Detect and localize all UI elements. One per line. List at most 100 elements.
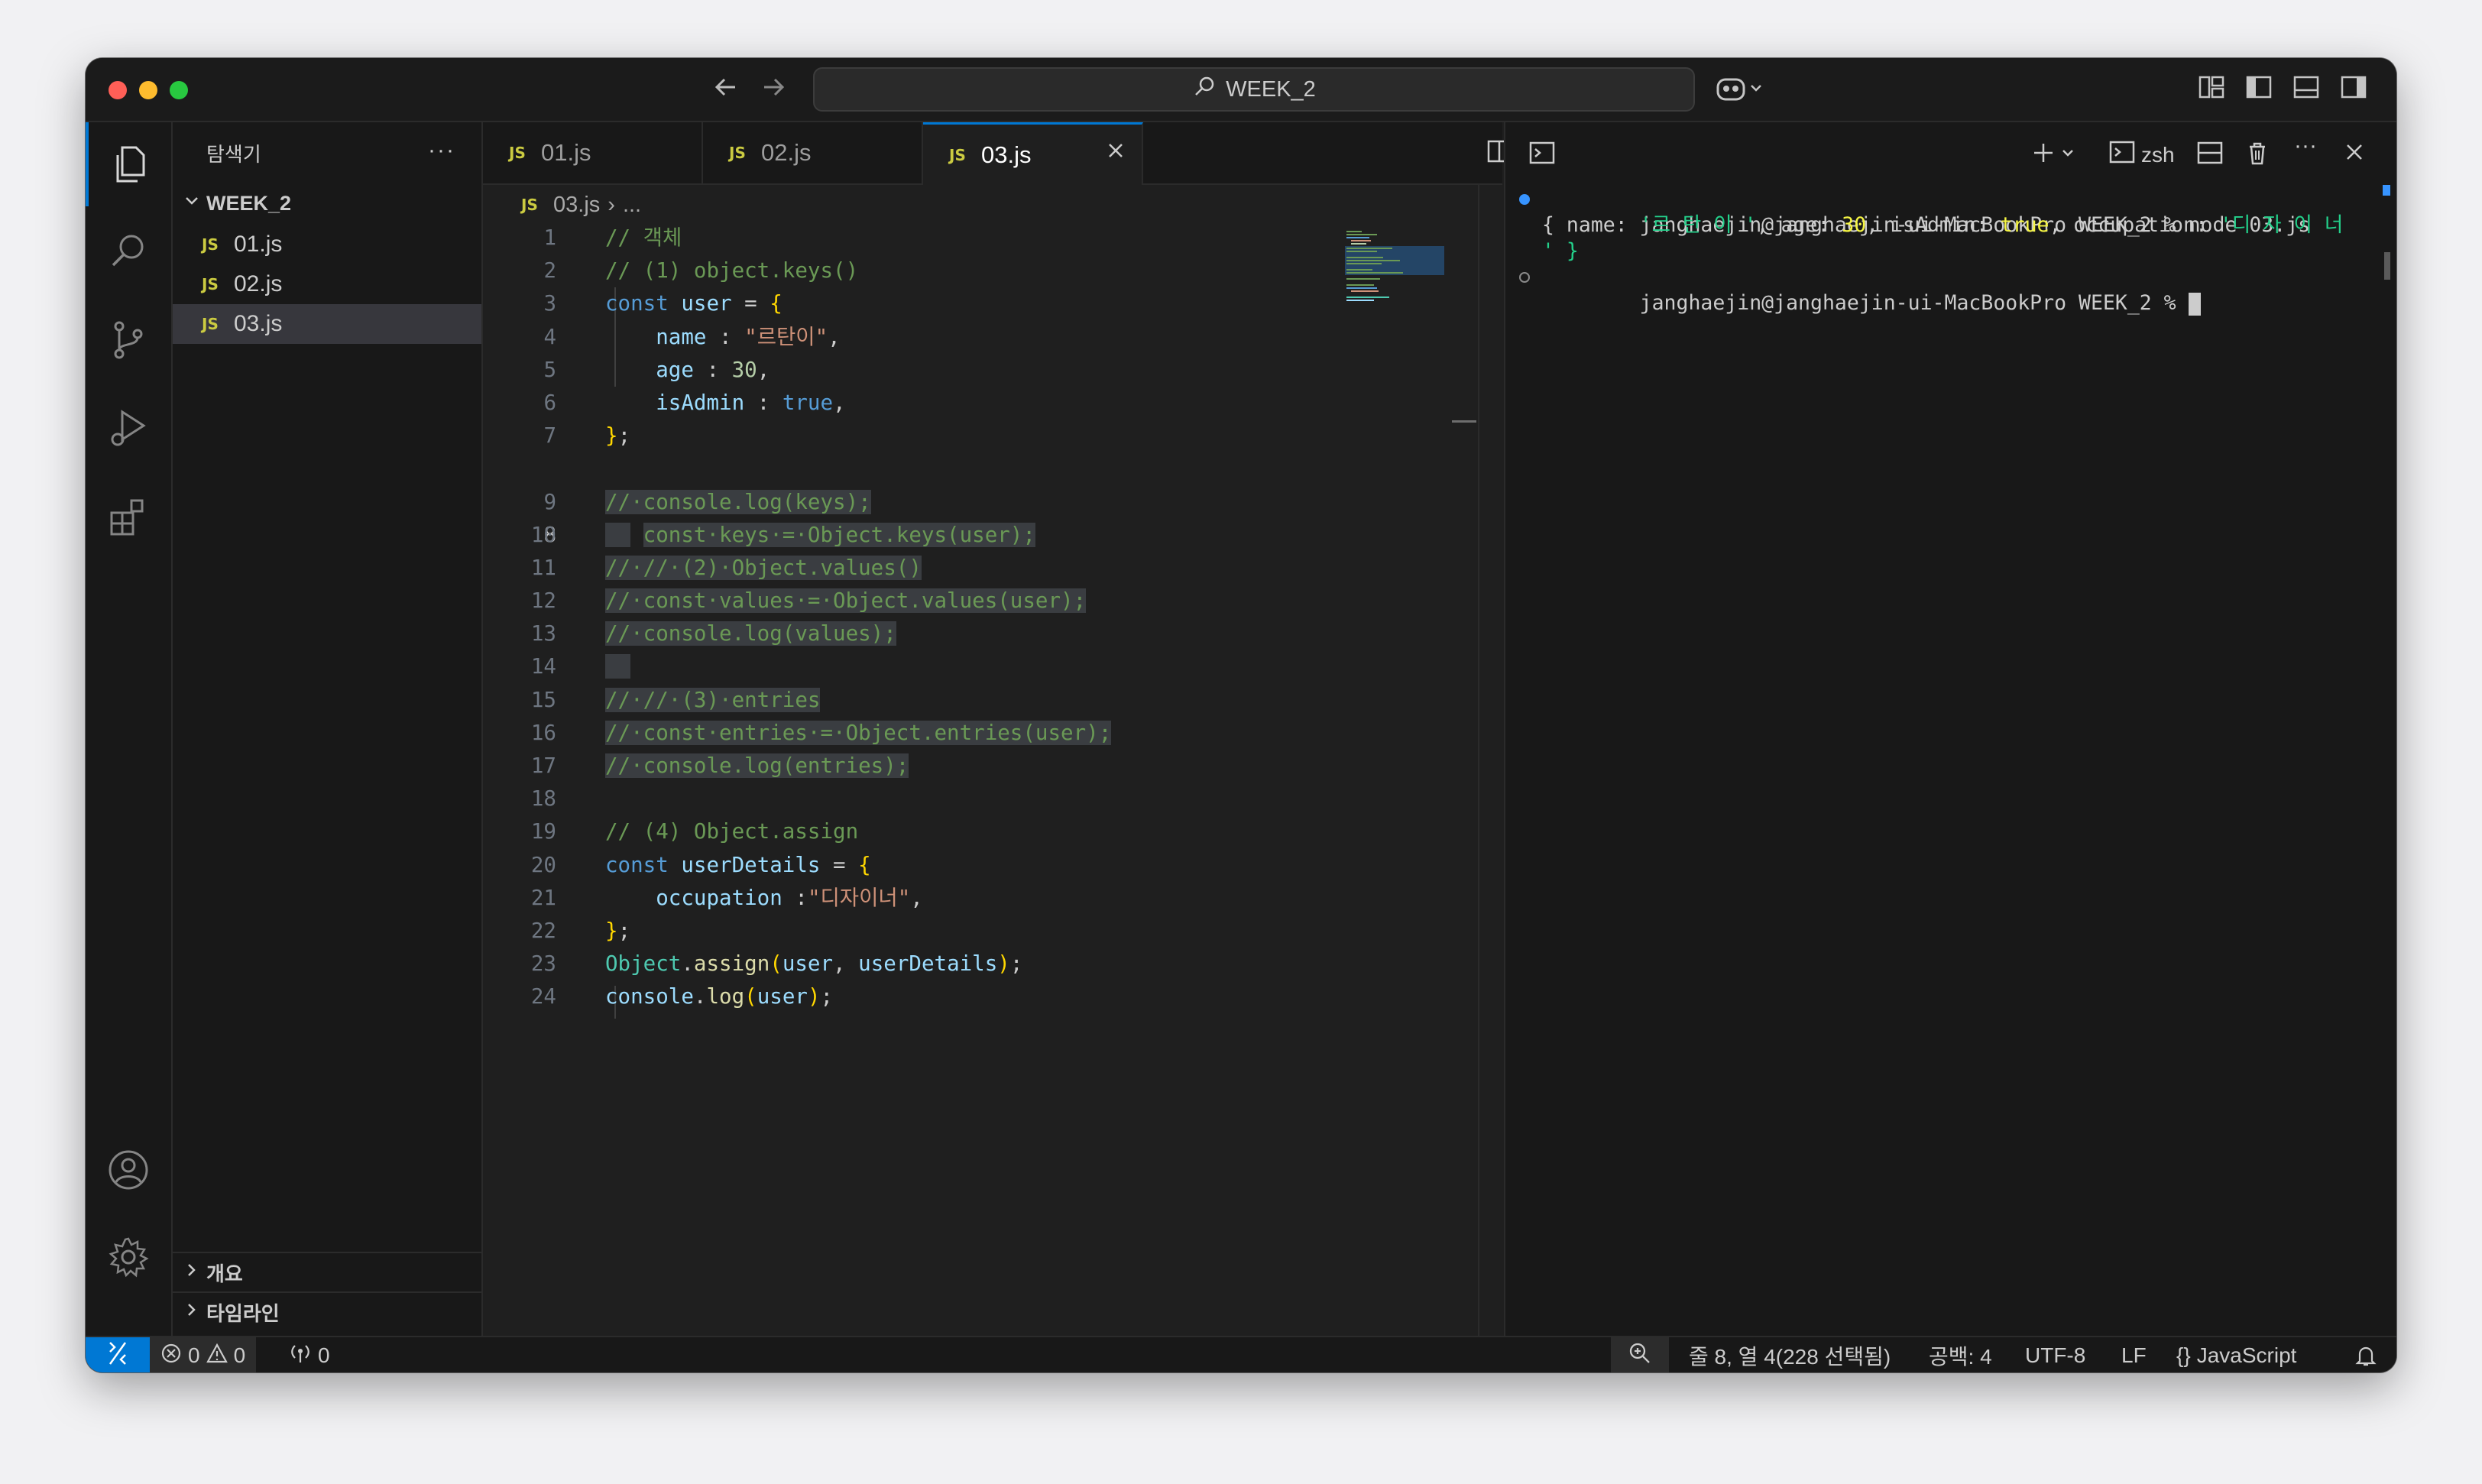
run-debug-icon[interactable]: [86, 387, 171, 471]
back-arrow-icon[interactable]: [711, 72, 741, 110]
problems-indicator[interactable]: 0 0: [150, 1337, 257, 1372]
code-text: const user = {: [605, 291, 783, 316]
terminal-more-icon[interactable]: ···: [2294, 133, 2317, 159]
code-text: //·console.log(values);: [605, 621, 896, 646]
breadcrumb-file[interactable]: 03.js: [553, 193, 600, 218]
line-number: 16: [530, 720, 556, 745]
terminal-text: 30: [1842, 213, 1867, 237]
terminal-shell-selector[interactable]: zsh: [2109, 139, 2175, 170]
command-success-dot[interactable]: [1519, 194, 1530, 205]
line-number: 11: [530, 555, 556, 580]
trash-icon[interactable]: [2244, 139, 2271, 170]
editor-scrollbar[interactable]: [1478, 183, 1479, 1336]
chevron-down-icon: [183, 193, 206, 215]
folder-week2[interactable]: WEEK_2: [173, 183, 481, 223]
tab-03js[interactable]: JS 03.js: [923, 122, 1143, 185]
split-terminal-icon[interactable]: [2196, 139, 2224, 170]
terminal-icon[interactable]: [1528, 139, 1556, 170]
end-of-line[interactable]: LF: [2121, 1337, 2147, 1372]
line-number: 21: [530, 885, 556, 910]
forward-arrow-icon[interactable]: [758, 72, 789, 110]
copilot-icon[interactable]: [1715, 73, 1768, 108]
toggle-secondary-sidebar-icon[interactable]: [2340, 73, 2367, 105]
line-number: 10: [530, 522, 556, 547]
code-text: [605, 519, 631, 552]
js-file-icon: JS: [509, 144, 526, 162]
line-number: 14: [530, 654, 556, 679]
code-text: name : "르탄이",: [656, 324, 841, 349]
code-line: 11 //·//·(2)·Object.values(): [483, 552, 1423, 585]
tab-label: 02.js: [761, 139, 812, 166]
command-center-label: WEEK_2: [1226, 76, 1316, 102]
notifications-bell-icon[interactable]: [2355, 1337, 2377, 1372]
indentation[interactable]: 공백: 4: [1929, 1337, 1992, 1372]
explorer-icon[interactable]: [86, 122, 171, 206]
timeline-section[interactable]: 타임라인: [173, 1291, 481, 1331]
chevron-right-icon: [183, 1262, 206, 1284]
close-panel-icon[interactable]: [2341, 139, 2367, 169]
code-text: //·console.log(keys);: [605, 489, 871, 514]
code-line: 6 isAdmin : true,: [483, 387, 1423, 420]
cursor-position[interactable]: 줄 8, 열 4(228 선택됨): [1689, 1337, 1891, 1372]
tab-01js[interactable]: JS 01.js: [483, 122, 703, 183]
code-area[interactable]: 1 // 객체 2 // (1) object.keys() 3 const user…: [483, 222, 1423, 1019]
js-file-icon: JS: [521, 196, 538, 214]
terminal-output[interactable]: janghaejin@janghaejin-ui-MacBookPro WEEK…: [1519, 186, 2344, 316]
terminal-text: '르 탄 이 ': [1639, 213, 1757, 237]
tab-02js[interactable]: JS 02.js: [703, 122, 923, 183]
code-line: 22};: [483, 915, 1423, 948]
line-number: 13: [530, 621, 556, 646]
zoom-indicator[interactable]: [1611, 1337, 1669, 1372]
customize-layout-icon[interactable]: [2198, 73, 2225, 105]
terminal-text: ' }: [1542, 239, 1579, 263]
breadcrumb-rest[interactable]: ...: [623, 193, 641, 218]
terminal-text: , occupation:: [2049, 213, 2220, 237]
code-line: 9 //·console.log(keys);: [483, 486, 1423, 519]
code-line: 3 const user = {: [483, 287, 1423, 320]
zoom-window-button[interactable]: [170, 81, 188, 99]
toggle-primary-sidebar-icon[interactable]: [2245, 73, 2273, 105]
file-item-02js[interactable]: JS 02.js: [173, 264, 481, 304]
line-number: 6: [543, 390, 556, 415]
error-icon: [160, 1343, 182, 1369]
settings-gear-icon[interactable]: [86, 1215, 171, 1299]
terminal-text: '디 자 이 너: [2219, 213, 2344, 237]
terminal-scrollbar[interactable]: [2384, 252, 2390, 280]
terminal-text: { name:: [1542, 213, 1640, 237]
file-item-03js[interactable]: JS 03.js: [173, 304, 481, 344]
toggle-panel-icon[interactable]: [2292, 73, 2320, 105]
search-icon[interactable]: [86, 209, 171, 293]
braces-icon: {}: [2176, 1343, 2191, 1367]
close-tab-icon[interactable]: [1105, 138, 1126, 168]
code-text: Object.assign(user, userDetails);: [605, 951, 1023, 977]
js-file-icon: JS: [949, 145, 966, 164]
extensions-icon[interactable]: [86, 474, 171, 558]
search-icon: [1192, 74, 1217, 105]
activity-bar: [86, 122, 173, 1336]
terminal-line: ' }: [1519, 238, 2343, 264]
command-center-search[interactable]: WEEK_2: [813, 67, 1695, 112]
warning-count: 0: [233, 1343, 246, 1367]
language-mode[interactable]: {} JavaScript: [2176, 1337, 2296, 1372]
command-pending-dot[interactable]: [1519, 272, 1530, 283]
more-actions-icon[interactable]: ···: [428, 138, 455, 164]
encoding[interactable]: UTF-8: [2025, 1337, 2085, 1372]
minimize-window-button[interactable]: [139, 81, 157, 99]
new-terminal-icon[interactable]: [2030, 139, 2083, 170]
code-text: //·console.log(entries);: [605, 753, 909, 778]
line-number: 7: [543, 423, 556, 449]
accounts-icon[interactable]: [86, 1128, 171, 1212]
outline-section[interactable]: 개요: [173, 1252, 481, 1291]
file-name: 01.js: [234, 232, 283, 257]
js-file-icon: JS: [729, 144, 746, 162]
source-control-icon[interactable]: [86, 298, 171, 382]
line-number: 20: [530, 852, 556, 877]
file-item-01js[interactable]: JS 01.js: [173, 225, 481, 264]
minimap[interactable]: [1345, 229, 1444, 329]
ports-indicator[interactable]: 0: [289, 1337, 330, 1372]
terminal-panel: zsh ··· janghaejin@janghaejin-ui-MacBook…: [1504, 122, 2396, 1336]
code-text: // (1) object.keys(): [605, 258, 859, 284]
close-window-button[interactable]: [109, 81, 127, 99]
remote-icon: [105, 1341, 130, 1371]
remote-indicator[interactable]: [86, 1337, 150, 1372]
